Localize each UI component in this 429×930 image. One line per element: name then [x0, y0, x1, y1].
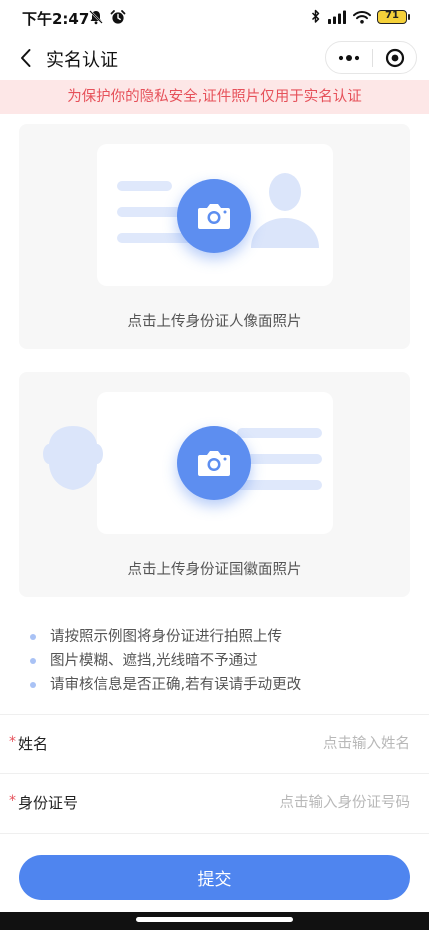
- name-row: * 姓名: [0, 715, 429, 773]
- required-mark: *: [9, 793, 16, 809]
- upload-id-front[interactable]: 点击上传身份证人像面照片: [19, 124, 410, 349]
- id-back-illustration: [43, 392, 333, 534]
- nav-bar: 实名认证: [0, 36, 429, 80]
- bullet-icon: [30, 682, 36, 688]
- camera-button[interactable]: [177, 179, 251, 253]
- placeholder-line: [237, 428, 322, 438]
- camera-button[interactable]: [177, 426, 251, 500]
- bell-mute-icon: [89, 10, 103, 25]
- alarm-icon: [110, 10, 126, 24]
- page: 下午2:47 71 实名认证 为保护你的隐私安全,证件照片仅用于实名认证 点击上…: [0, 0, 429, 930]
- tip-text: 请按照示例图将身份证进行拍照上传: [50, 629, 282, 645]
- id-front-caption: 点击上传身份证人像面照片: [127, 314, 302, 330]
- signal-icon: [328, 10, 346, 24]
- bullet-icon: [30, 634, 36, 640]
- close-mini-program-button[interactable]: [373, 42, 416, 73]
- required-mark: *: [9, 734, 16, 750]
- id-number-input[interactable]: [170, 788, 410, 818]
- status-left-icons: [88, 9, 126, 25]
- wifi-icon: [353, 10, 371, 24]
- divider: [0, 833, 429, 834]
- name-label: 姓名: [18, 735, 49, 753]
- upload-id-back[interactable]: 点击上传身份证国徽面照片: [19, 372, 410, 597]
- portrait-silhouette-icon: [251, 173, 319, 248]
- status-time: 下午2:47: [22, 10, 90, 28]
- bullet-icon: [30, 658, 36, 664]
- id-front-illustration: [97, 144, 333, 286]
- mini-program-capsule: [325, 41, 417, 74]
- tip-text: 图片模糊、遮挡,光线暗不予通过: [50, 653, 258, 669]
- close-mini-program-icon: [385, 48, 404, 67]
- camera-icon: [198, 451, 230, 476]
- id-number-row: * 身份证号: [0, 774, 429, 832]
- battery-icon: 71: [377, 9, 410, 24]
- home-indicator[interactable]: [136, 917, 293, 922]
- status-right-icons: 71: [311, 9, 410, 24]
- placeholder-line: [117, 181, 172, 191]
- upload-tips: 请按照示例图将身份证进行拍照上传 图片模糊、遮挡,光线暗不予通过 请审核信息是否…: [30, 626, 301, 698]
- status-bar: 下午2:47 71: [0, 0, 429, 36]
- battery-level: 71: [385, 9, 399, 21]
- name-input[interactable]: [170, 729, 410, 759]
- bluetooth-icon: [311, 9, 320, 23]
- tip-item: 请按照示例图将身份证进行拍照上传: [30, 626, 301, 650]
- camera-icon: [198, 204, 230, 229]
- back-icon: [21, 49, 31, 67]
- more-button[interactable]: [326, 42, 372, 73]
- privacy-notice: 为保护你的隐私安全,证件照片仅用于实名认证: [0, 80, 429, 114]
- tip-item: 图片模糊、遮挡,光线暗不予通过: [30, 650, 301, 674]
- id-number-label: 身份证号: [18, 794, 79, 812]
- submit-button[interactable]: 提交: [19, 855, 410, 900]
- national-emblem-icon: [43, 426, 103, 490]
- tip-item: 请审核信息是否正确,若有误请手动更改: [30, 674, 301, 698]
- tip-text: 请审核信息是否正确,若有误请手动更改: [50, 677, 302, 693]
- id-back-caption: 点击上传身份证国徽面照片: [127, 562, 302, 578]
- page-title: 实名认证: [46, 50, 118, 71]
- more-icon: [338, 54, 360, 61]
- back-button[interactable]: [12, 44, 40, 72]
